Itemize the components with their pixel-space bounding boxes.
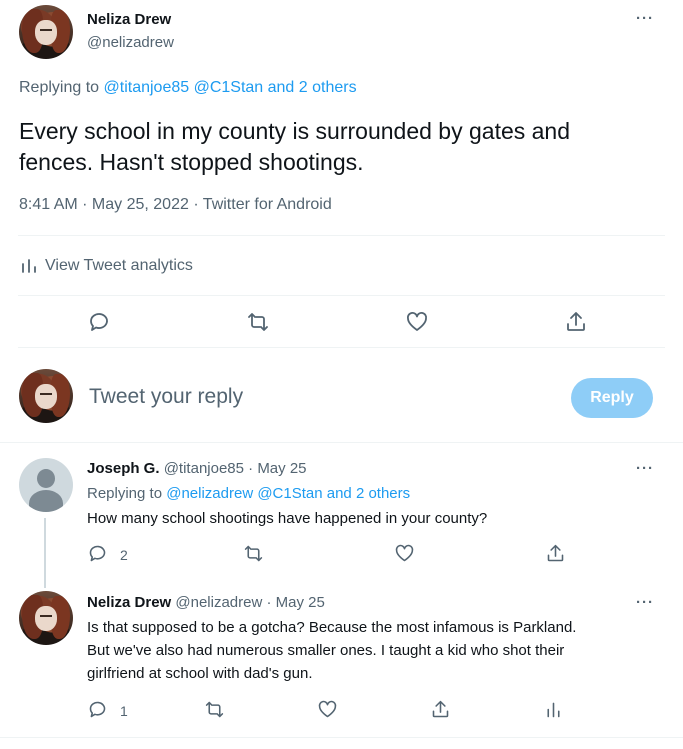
reply-header: Neliza Drew @nelizadrew · May 25 [87, 594, 325, 611]
compose-reply-input[interactable]: Tweet your reply [89, 385, 243, 409]
reply-author-name[interactable]: Neliza Drew [87, 594, 171, 611]
like-icon[interactable] [317, 699, 338, 720]
share-icon[interactable] [430, 699, 451, 720]
retweet-icon[interactable] [246, 310, 270, 334]
like-icon[interactable] [405, 310, 429, 334]
more-options-icon[interactable]: ··· [636, 594, 654, 611]
reply-author-handle[interactable]: @titanjoe85 · May 25 [164, 460, 307, 477]
reply-author-handle[interactable]: @nelizadrew · May 25 [175, 594, 324, 611]
tweet-text-line-2: fences. Hasn't stopped shootings. [19, 149, 364, 175]
reply-author-name[interactable]: Joseph G. [87, 460, 160, 477]
author-handle[interactable]: @nelizadrew [87, 34, 174, 51]
view-tweet-analytics[interactable]: View Tweet analytics [45, 257, 193, 275]
author-name[interactable]: Neliza Drew [87, 11, 171, 28]
replying-to-prefix: Replying to [87, 485, 163, 502]
reply-avatar-joseph[interactable] [19, 458, 73, 512]
replying-to-prefix: Replying to [19, 79, 100, 96]
user-avatar[interactable] [19, 369, 73, 423]
replying-to-users[interactable]: @titanjoe85 @C1Stan and 2 others [104, 79, 357, 96]
reply-text: How many school shootings have happened … [87, 510, 488, 527]
reply-avatar-neliza[interactable] [19, 591, 73, 645]
reply-text-line-1: Is that supposed to be a gotcha? Because… [87, 619, 577, 636]
replying-to-users[interactable]: @nelizadrew @C1Stan and 2 others [166, 485, 410, 502]
retweet-icon[interactable] [204, 699, 225, 720]
like-icon[interactable] [394, 543, 415, 564]
tweet-meta[interactable]: 8:41 AM · May 25, 2022 · Twitter for And… [19, 196, 332, 214]
reply-button[interactable]: Reply [571, 378, 653, 418]
tweet-text-line-1: Every school in my county is surrounded … [19, 118, 571, 144]
analytics-icon[interactable] [543, 699, 564, 720]
reply-icon[interactable] [87, 310, 111, 334]
reply-icon[interactable] [87, 543, 108, 564]
reply-text-line-2: But we've also had numerous smaller ones… [87, 642, 565, 659]
share-icon[interactable] [545, 543, 566, 564]
more-options-icon[interactable]: ··· [636, 10, 654, 27]
reply-count: 1 [120, 703, 128, 719]
thread-connector [44, 518, 46, 588]
replying-to: Replying to @nelizadrew @C1Stan and 2 ot… [87, 485, 410, 502]
reply-text-line-3: girlfriend at school with dad's gun. [87, 665, 313, 682]
more-options-icon[interactable]: ··· [636, 460, 654, 477]
reply-count: 2 [120, 547, 128, 563]
reply-header: Joseph G. @titanjoe85 · May 25 [87, 460, 307, 477]
replying-to: Replying to @titanjoe85 @C1Stan and 2 ot… [19, 79, 357, 97]
retweet-icon[interactable] [243, 543, 264, 564]
analytics-icon [22, 259, 36, 273]
share-icon[interactable] [564, 310, 588, 334]
reply-icon[interactable] [87, 699, 108, 720]
author-avatar[interactable] [19, 5, 73, 59]
